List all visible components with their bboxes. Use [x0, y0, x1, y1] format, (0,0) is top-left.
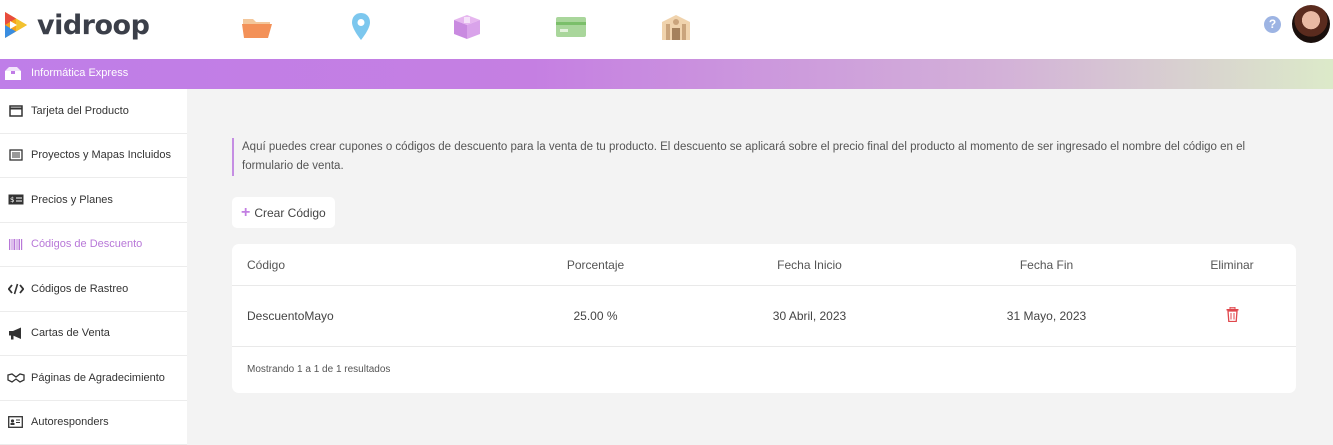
sidebar-item-label: Autoresponders — [31, 416, 109, 429]
column-header-delete: Eliminar — [1210, 257, 1254, 272]
help-icon[interactable]: ? — [1264, 16, 1281, 33]
code-icon — [0, 283, 31, 295]
cell-end-date: 31 Mayo, 2023 — [1006, 309, 1087, 323]
brand-name: vidroop — [37, 9, 150, 41]
sidebar-item-precios[interactable]: $ Precios y Planes — [0, 178, 187, 223]
sidebar-item-codigos-rastreo[interactable]: Códigos de Rastreo — [0, 267, 187, 312]
pagination-info: Mostrando 1 a 1 de 1 resultados — [247, 364, 391, 375]
sidebar-item-tarjeta[interactable]: Tarjeta del Producto — [0, 89, 187, 134]
megaphone-icon — [0, 327, 31, 340]
sidebar-item-cartas-venta[interactable]: Cartas de Venta — [0, 312, 187, 356]
location-pin-icon[interactable] — [344, 10, 378, 44]
sidebar-item-paginas-agradecimiento[interactable]: Páginas de Agradecimiento — [0, 356, 187, 401]
sidebar-item-label: Páginas de Agradecimiento — [31, 371, 165, 384]
sidebar-item-label: Precios y Planes — [31, 193, 113, 206]
list-icon — [0, 149, 31, 161]
info-text: Aquí puedes crear cupones o códigos de d… — [232, 138, 1282, 176]
table-row: DescuentoMayo 25.00 % 30 Abril, 2023 31 … — [232, 286, 1296, 347]
column-header-start: Fecha Inicio — [777, 257, 842, 272]
credit-card-icon[interactable] — [554, 10, 588, 44]
sidebar: Tarjeta del Producto Proyectos y Mapas I… — [0, 89, 187, 445]
main-content: Aquí puedes crear cupones o códigos de d… — [187, 89, 1333, 445]
create-code-label: Crear Código — [254, 205, 326, 220]
discount-codes-table: Código Porcentaje Fecha Inicio Fecha Fin… — [232, 244, 1296, 393]
store-icon[interactable] — [659, 10, 693, 44]
handshake-icon — [0, 372, 31, 384]
cell-code: DescuentoMayo — [247, 309, 334, 323]
table-header: Código Porcentaje Fecha Inicio Fecha Fin… — [232, 244, 1296, 286]
price-tag-icon: $ — [0, 194, 31, 205]
cell-delete — [1182, 306, 1282, 325]
sidebar-item-label: Códigos de Descuento — [31, 238, 143, 251]
cell-percent: 25.00 % — [573, 309, 618, 323]
sidebar-item-autoresponders[interactable]: Autoresponders — [0, 401, 187, 445]
cell-start-date: 30 Abril, 2023 — [772, 309, 847, 323]
sidebar-item-label: Proyectos y Mapas Incluidos — [31, 149, 172, 162]
sidebar-item-codigos-descuento[interactable]: Códigos de Descuento — [0, 223, 187, 267]
sidebar-item-label: Códigos de Rastreo — [31, 282, 129, 295]
sidebar-item-label: Tarjeta del Producto — [31, 104, 129, 117]
barcode-icon — [0, 238, 31, 250]
logo[interactable]: vidroop — [3, 9, 150, 41]
avatar[interactable] — [1292, 5, 1330, 43]
contact-card-icon — [0, 416, 31, 429]
sidebar-item-proyectos[interactable]: Proyectos y Mapas Incluidos — [0, 134, 187, 178]
folder-icon[interactable] — [240, 10, 274, 44]
column-header-percent: Porcentaje — [566, 257, 625, 272]
product-banner: Informática Express — [0, 59, 1333, 89]
vidroop-logo-icon — [5, 12, 27, 38]
trash-icon[interactable] — [1226, 306, 1239, 325]
window-icon — [0, 105, 31, 117]
product-title: Informática Express — [31, 67, 129, 79]
create-code-button[interactable]: + Crear Código — [232, 197, 335, 228]
top-bar: vidroop ? — [0, 0, 1333, 59]
sidebar-item-label: Cartas de Venta — [31, 327, 110, 340]
column-header-end: Fecha Fin — [1019, 257, 1074, 272]
column-header-code: Código — [247, 257, 286, 272]
plus-icon: + — [241, 203, 251, 221]
box-icon[interactable] — [450, 10, 484, 44]
svg-text:$: $ — [10, 196, 14, 204]
box-icon — [5, 67, 21, 80]
